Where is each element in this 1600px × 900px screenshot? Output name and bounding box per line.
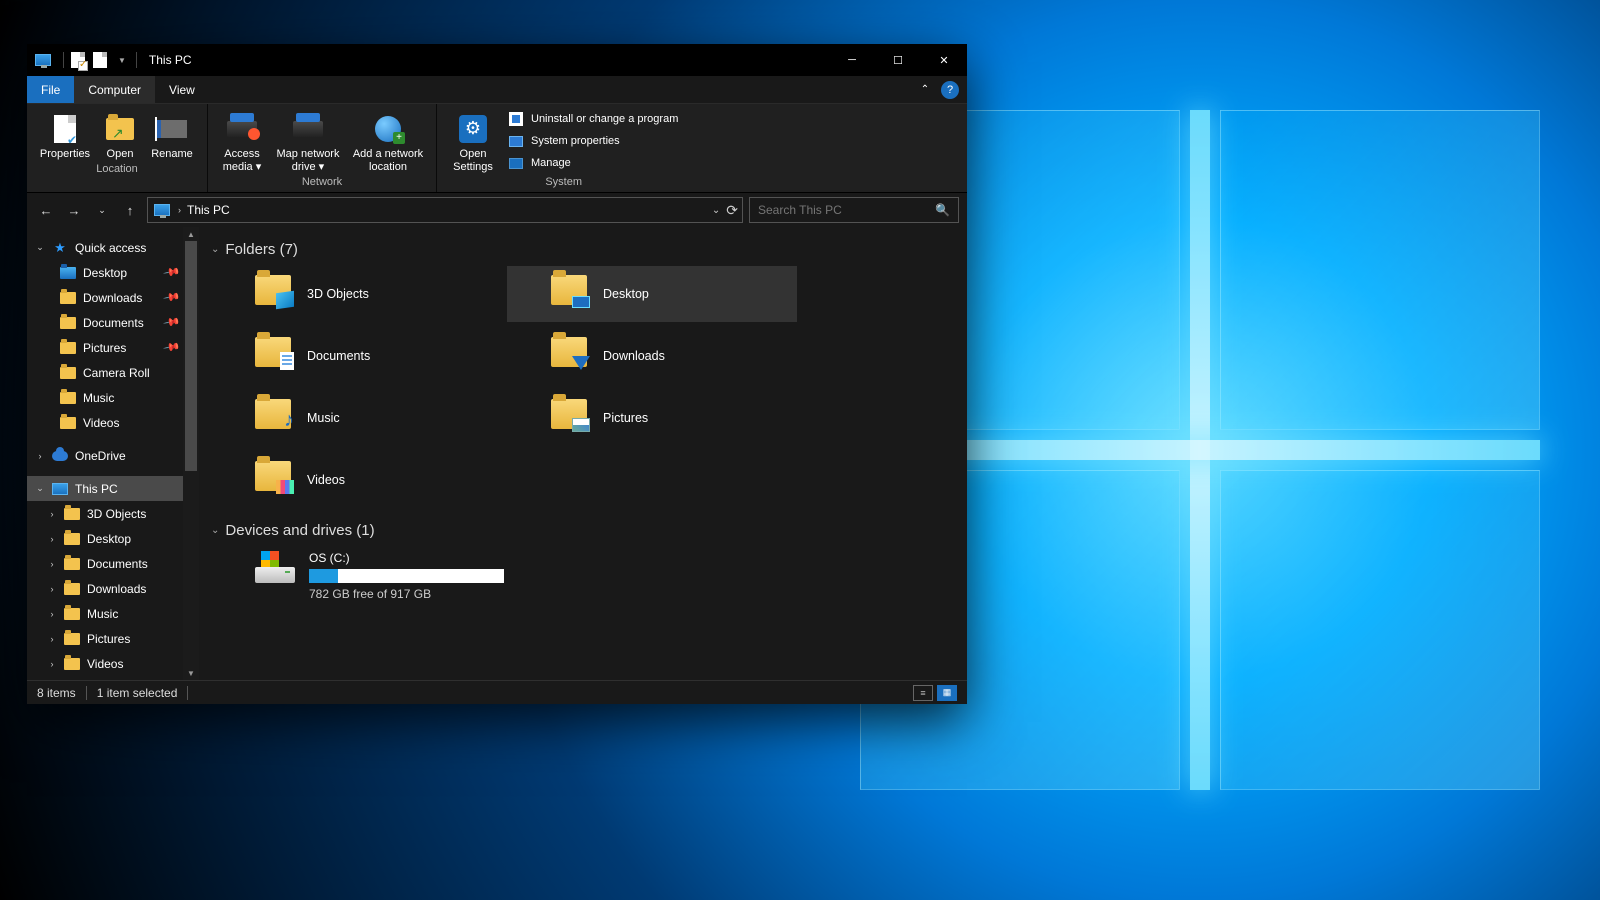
nav-pc-music[interactable]: ›Music	[27, 601, 199, 626]
nav-pc-desktop[interactable]: ›Desktop	[27, 526, 199, 551]
status-item-count: 8 items	[37, 686, 76, 700]
cloud-icon	[52, 451, 68, 461]
app-icon	[35, 53, 51, 67]
folder-music[interactable]: ♪Music	[211, 390, 501, 446]
ribbon: ✔ Properties ↗ Open Rename Location Acce…	[27, 104, 967, 193]
forward-button[interactable]: →	[63, 199, 85, 221]
nav-pc-downloads[interactable]: ›Downloads	[27, 576, 199, 601]
access-media-button[interactable]: Access media ▾	[216, 108, 268, 174]
folder-pictures[interactable]: Pictures	[507, 390, 797, 446]
chevron-down-icon[interactable]: ⌄	[211, 525, 219, 536]
view-tiles-button[interactable]: ▦	[937, 685, 957, 701]
status-selection: 1 item selected	[97, 686, 178, 700]
nav-qa-documents[interactable]: Documents📌	[27, 310, 199, 335]
chevron-down-icon[interactable]: ⌄	[35, 483, 45, 494]
chevron-right-icon[interactable]: ›	[35, 451, 45, 461]
content-pane[interactable]: ⌄ Folders (7) 3D Objects Desktop Documen…	[199, 227, 967, 680]
address-bar: ← → ⌄ ↑ › This PC ⌄ ⟳ 🔍	[27, 193, 967, 227]
minimize-button[interactable]: ─	[829, 44, 875, 76]
chevron-down-icon[interactable]: ⌄	[712, 205, 720, 216]
qat-newfolder-icon[interactable]	[92, 53, 108, 67]
open-settings-button[interactable]: ⚙ Open Settings	[445, 108, 501, 174]
nav-onedrive[interactable]: › OneDrive	[27, 443, 199, 468]
folder-videos[interactable]: Videos	[211, 452, 501, 508]
open-button[interactable]: ↗ Open	[97, 108, 143, 161]
help-icon[interactable]: ?	[941, 81, 959, 99]
nav-pc-pictures[interactable]: ›Pictures	[27, 626, 199, 651]
drive-capacity-bar	[309, 569, 504, 583]
nav-pc-3dobjects[interactable]: ›3D Objects	[27, 501, 199, 526]
folders-header[interactable]: ⌄ Folders (7)	[211, 241, 959, 258]
properties-button[interactable]: ✔ Properties	[35, 108, 95, 161]
drive-icon	[255, 551, 295, 585]
folder-desktop[interactable]: Desktop	[507, 266, 797, 322]
chevron-down-icon[interactable]: ⌄	[35, 242, 45, 253]
ribbon-group-network: Access media ▾ Map network drive ▾ + Add…	[208, 104, 437, 192]
drive-free-space: 782 GB free of 917 GB	[309, 587, 504, 601]
location-icon	[152, 201, 172, 219]
nav-pc-documents[interactable]: ›Documents	[27, 551, 199, 576]
nav-scrollbar[interactable]: ▲▼	[183, 227, 199, 680]
monitor-icon	[52, 483, 68, 495]
view-details-button[interactable]: ≡	[913, 685, 933, 701]
tab-view[interactable]: View	[155, 76, 209, 103]
nav-quick-access[interactable]: ⌄ ★ Quick access	[27, 235, 199, 260]
chevron-right-icon[interactable]: ›	[178, 205, 181, 215]
drive-os-c[interactable]: OS (C:) 782 GB free of 917 GB	[211, 547, 959, 605]
ribbon-tabs: File Computer View ⌃ ?	[27, 76, 967, 104]
drive-name: OS (C:)	[309, 551, 504, 565]
uninstall-program-button[interactable]: Uninstall or change a program	[503, 108, 682, 130]
nav-qa-videos[interactable]: Videos	[27, 410, 199, 435]
rename-button[interactable]: Rename	[145, 108, 199, 161]
tab-file[interactable]: File	[27, 76, 74, 103]
folder-downloads[interactable]: Downloads	[507, 328, 797, 384]
system-properties-button[interactable]: System properties	[503, 130, 682, 152]
status-bar: 8 items 1 item selected ≡ ▦	[27, 680, 967, 704]
map-network-drive-button[interactable]: Map network drive ▾	[270, 108, 346, 174]
pin-icon: 📌	[163, 314, 182, 333]
pin-icon: 📌	[163, 289, 182, 308]
nav-this-pc[interactable]: ⌄ This PC	[27, 476, 199, 501]
star-icon: ★	[54, 240, 66, 256]
explorer-window: ▼ This PC ─ ☐ ✕ File Computer View ⌃ ? ✔…	[27, 44, 967, 704]
tab-computer[interactable]: Computer	[74, 76, 155, 103]
nav-qa-downloads[interactable]: Downloads📌	[27, 285, 199, 310]
nav-qa-pictures[interactable]: Pictures📌	[27, 335, 199, 360]
search-input[interactable]	[758, 203, 935, 217]
folder-documents[interactable]: Documents	[211, 328, 501, 384]
navigation-pane: ⌄ ★ Quick access Desktop📌 Downloads📌 Doc…	[27, 227, 199, 680]
chevron-down-icon[interactable]: ⌄	[211, 244, 219, 255]
recent-locations-button[interactable]: ⌄	[91, 199, 113, 221]
drives-header[interactable]: ⌄ Devices and drives (1)	[211, 522, 959, 539]
collapse-ribbon-icon[interactable]: ⌃	[913, 76, 937, 103]
search-box[interactable]: 🔍	[749, 197, 959, 223]
ribbon-group-system: ⚙ Open Settings Uninstall or change a pr…	[437, 104, 690, 192]
breadcrumb-item[interactable]: This PC	[187, 203, 230, 217]
breadcrumb[interactable]: › This PC ⌄ ⟳	[147, 197, 743, 223]
pin-icon: 📌	[163, 339, 182, 358]
up-button[interactable]: ↑	[119, 199, 141, 221]
nav-pc-videos[interactable]: ›Videos	[27, 651, 199, 676]
nav-qa-music[interactable]: Music	[27, 385, 199, 410]
nav-qa-cameraroll[interactable]: Camera Roll	[27, 360, 199, 385]
window-title: This PC	[149, 53, 192, 67]
close-button[interactable]: ✕	[921, 44, 967, 76]
ribbon-group-location: ✔ Properties ↗ Open Rename Location	[27, 104, 208, 192]
search-icon[interactable]: 🔍	[935, 203, 950, 217]
pin-icon: 📌	[163, 264, 182, 283]
qat-properties-icon[interactable]	[70, 53, 86, 67]
titlebar[interactable]: ▼ This PC ─ ☐ ✕	[27, 44, 967, 76]
manage-button[interactable]: Manage	[503, 152, 682, 174]
folder-3dobjects[interactable]: 3D Objects	[211, 266, 501, 322]
qat-dropdown-icon[interactable]: ▼	[118, 56, 126, 65]
add-network-location-button[interactable]: + Add a network location	[348, 108, 428, 174]
refresh-icon[interactable]: ⟳	[726, 202, 738, 219]
nav-qa-desktop[interactable]: Desktop📌	[27, 260, 199, 285]
maximize-button[interactable]: ☐	[875, 44, 921, 76]
back-button[interactable]: ←	[35, 199, 57, 221]
